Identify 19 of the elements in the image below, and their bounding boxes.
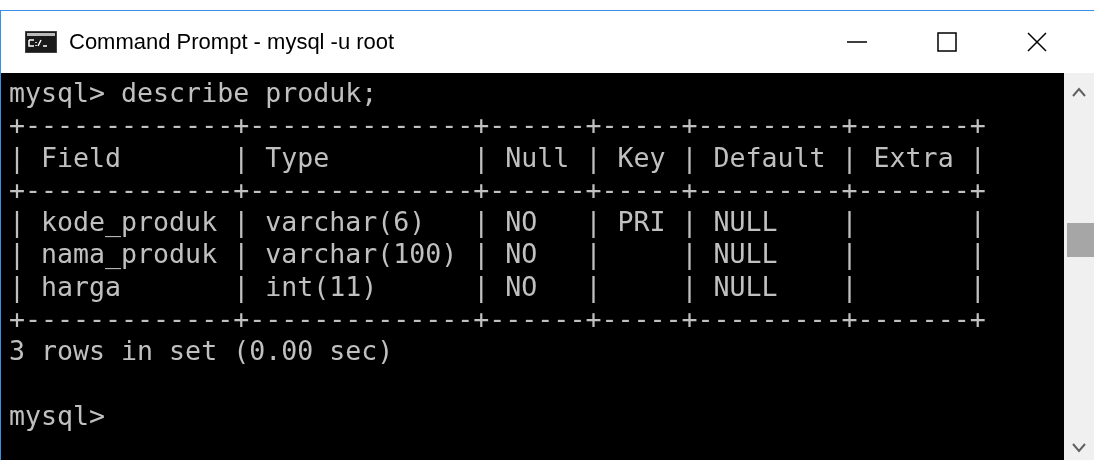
console-prompt: mysql> xyxy=(9,399,107,433)
close-icon xyxy=(1027,32,1047,52)
minimize-icon xyxy=(847,41,867,43)
console-line: 3 rows in set (0.00 sec) xyxy=(9,335,395,368)
scrollbar-thumb[interactable] xyxy=(1067,223,1094,257)
console-line: +-------------+--------------+------+-----+---------+-------+ xyxy=(9,303,987,336)
console-line: | nama_produk | varchar(100) | NO | | NULL | | xyxy=(9,238,987,271)
console-line: +-------------+--------------+------+-----+---------+-------+ xyxy=(9,173,987,207)
scroll-up-icon[interactable] xyxy=(1072,87,1086,97)
console-line: | harga | int(11) | NO | | NULL | | xyxy=(9,270,987,304)
console-line: +-------------+--------------+------+-----+---------+-------+ xyxy=(9,109,987,142)
window-title: Command Prompt - mysql -u root xyxy=(69,29,395,55)
maximize-icon xyxy=(937,32,957,52)
console-line: | Field | Type | Null | Key | Default | Extra | xyxy=(9,141,987,174)
scrollbar[interactable] xyxy=(1064,73,1094,460)
console-app-icon xyxy=(25,31,57,53)
console-line: mysql> describe produk; xyxy=(9,77,379,110)
console-line: | kode_produk | varchar(6) | NO | PRI | NULL | | xyxy=(9,206,987,239)
scroll-down-icon[interactable] xyxy=(1072,443,1086,453)
